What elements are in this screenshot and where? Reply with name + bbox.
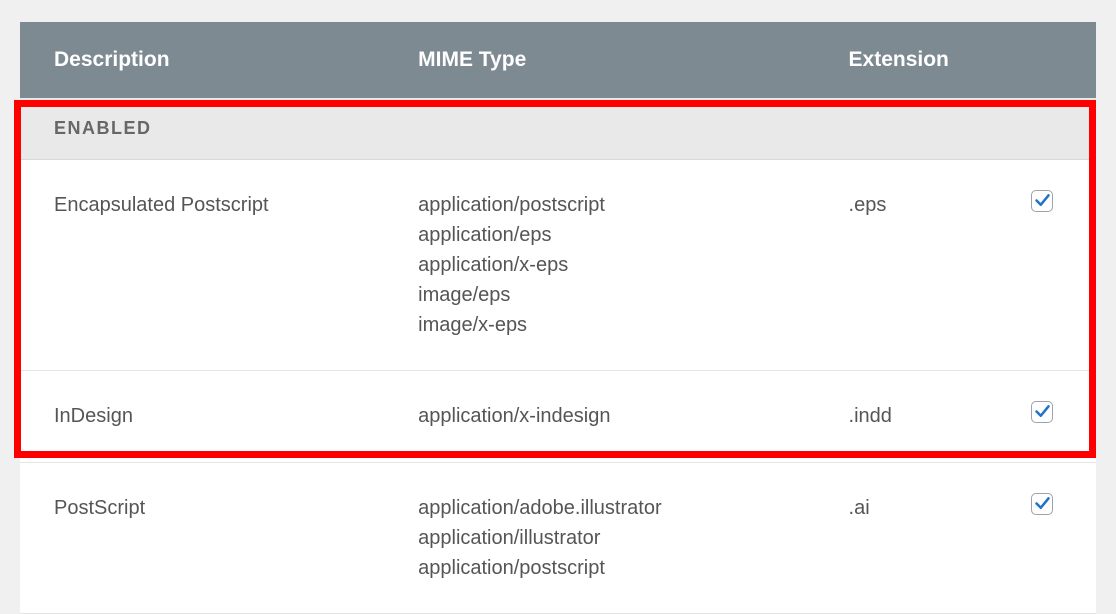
mime-line: application/postscript	[418, 190, 848, 220]
table-body: ENABLED Encapsulated Postscript applicat…	[20, 98, 1096, 614]
cell-extension: .ai	[849, 463, 1032, 614]
column-header-extension: Extension	[849, 22, 1032, 98]
column-header-description: Description	[20, 22, 418, 98]
check-icon	[1034, 192, 1051, 209]
mime-line: application/postscript	[418, 553, 848, 583]
mime-line: application/adobe.illustrator	[418, 493, 848, 523]
mime-line: image/eps	[418, 280, 848, 310]
cell-description: InDesign	[20, 371, 418, 463]
mime-types-table: Description MIME Type Extension ENABLED …	[20, 22, 1096, 614]
table-row: InDesign application/x-indesign .indd	[20, 371, 1096, 463]
section-row-enabled: ENABLED	[20, 98, 1096, 160]
enable-checkbox[interactable]	[1031, 401, 1053, 423]
check-icon	[1034, 403, 1051, 420]
mime-line: application/x-eps	[418, 250, 848, 280]
mime-line: application/x-indesign	[418, 401, 848, 431]
section-label: ENABLED	[20, 98, 1096, 160]
enable-checkbox[interactable]	[1031, 190, 1053, 212]
enable-checkbox[interactable]	[1031, 493, 1053, 515]
cell-description: PostScript	[20, 463, 418, 614]
cell-mime: application/x-indesign	[418, 371, 848, 463]
table-container: Description MIME Type Extension ENABLED …	[0, 0, 1116, 614]
cell-mime: application/postscript application/eps a…	[418, 160, 848, 371]
mime-line: application/eps	[418, 220, 848, 250]
cell-extension: .eps	[849, 160, 1032, 371]
cell-mime: application/adobe.illustrator applicatio…	[418, 463, 848, 614]
table-row: PostScript application/adobe.illustrator…	[20, 463, 1096, 614]
cell-extension: .indd	[849, 371, 1032, 463]
table-header-row: Description MIME Type Extension	[20, 22, 1096, 98]
check-icon	[1034, 495, 1051, 512]
column-header-mime: MIME Type	[418, 22, 848, 98]
column-header-checkbox	[1031, 22, 1096, 98]
mime-line: image/x-eps	[418, 310, 848, 340]
mime-line: application/illustrator	[418, 523, 848, 553]
cell-description: Encapsulated Postscript	[20, 160, 418, 371]
table-row: Encapsulated Postscript application/post…	[20, 160, 1096, 371]
